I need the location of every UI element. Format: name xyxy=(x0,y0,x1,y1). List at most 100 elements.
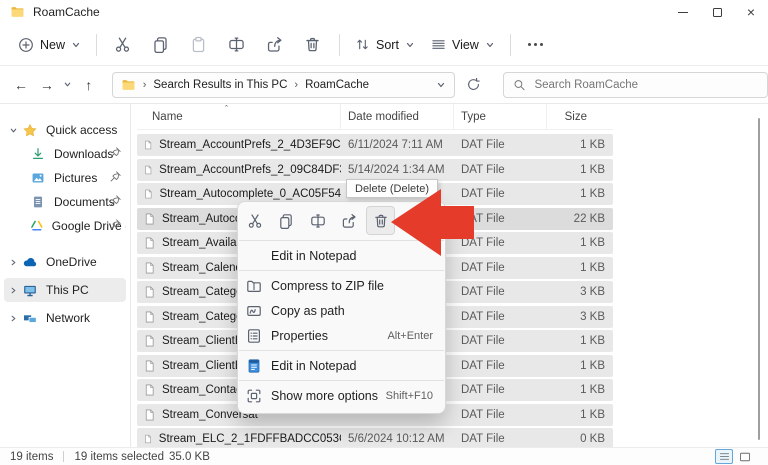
sidebar-item-network[interactable]: Network xyxy=(4,306,126,330)
search-icon xyxy=(514,79,525,90)
file-size: 1 KB xyxy=(580,335,605,347)
onedrive-icon xyxy=(23,257,37,266)
table-row[interactable]: Stream_ELC_2_1FDFFBADCC053C4CB3EA... 5/6… xyxy=(137,428,613,447)
folder-icon xyxy=(11,7,24,17)
file-size: 1 KB xyxy=(580,384,605,396)
file-rows: Stream_AccountPrefs_2_4D3EF9C4AC8C0... 6… xyxy=(131,134,768,447)
menu-item-show-more-options[interactable]: Show more options Shift+F10 xyxy=(238,383,445,408)
title-bar: RoamCache × xyxy=(0,0,768,24)
back-button[interactable]: ← xyxy=(8,72,34,98)
file-date-modified: 6/11/2024 7:11 AM xyxy=(348,139,443,151)
file-type: DAT File xyxy=(461,163,505,176)
column-headers: ˆ Name Date modified Type Size xyxy=(137,104,613,130)
this-pc-icon xyxy=(24,285,36,296)
share-menu-button[interactable] xyxy=(335,206,364,235)
pin-icon xyxy=(110,147,121,158)
file-size: 3 KB xyxy=(580,310,605,323)
menu-item-copy-as-path[interactable]: Copy as path xyxy=(238,298,445,323)
properties-icon xyxy=(246,328,262,344)
refresh-icon xyxy=(468,77,481,90)
sidebar-item-google-drive[interactable]: Google Drive (G xyxy=(4,214,126,238)
column-header-size[interactable]: Size xyxy=(547,104,613,129)
menu-item-compress-to-zip[interactable]: Compress to ZIP file xyxy=(238,273,445,298)
menu-item-edit-in-notepad[interactable]: Edit in Notepad xyxy=(238,353,445,378)
network-icon xyxy=(24,314,37,323)
cut-menu-button[interactable] xyxy=(240,206,269,235)
file-type: DAT File xyxy=(461,433,505,445)
file-size: 22 KB xyxy=(573,212,605,225)
table-row[interactable]: Stream_AccountPrefs_2_4D3EF9C4AC8C0... 6… xyxy=(137,134,613,156)
new-button-label: New xyxy=(40,37,66,52)
share-icon xyxy=(267,37,282,52)
rename-button[interactable] xyxy=(218,29,254,61)
refresh-button[interactable] xyxy=(461,72,487,98)
chevron-down-icon xyxy=(4,126,22,135)
downloads-icon xyxy=(33,148,43,159)
column-header-date-modified[interactable]: Date modified xyxy=(341,104,454,129)
file-list-pane: ˆ Name Date modified Type Size Stream_Ac… xyxy=(131,104,768,447)
file-size: 0 KB xyxy=(580,433,605,445)
paste-button[interactable] xyxy=(180,29,216,61)
sidebar-item-onedrive[interactable]: OneDrive xyxy=(4,250,126,274)
chevron-right-icon xyxy=(4,314,22,323)
breadcrumb-item-roamcache[interactable]: RoamCache xyxy=(305,79,369,91)
star-icon xyxy=(23,123,37,136)
file-icon xyxy=(145,360,154,371)
large-icons-view-toggle[interactable] xyxy=(736,449,754,464)
window-title: RoamCache xyxy=(33,5,100,19)
sort-icon xyxy=(357,39,368,50)
sidebar-item-label: OneDrive xyxy=(46,255,97,269)
file-name: Stream_AccountPrefs_2_4D3EF9C4AC8C0... xyxy=(159,139,341,151)
sidebar-item-quick-access[interactable]: Quick access xyxy=(4,118,126,142)
show-more-options-icon xyxy=(246,388,262,404)
recent-locations-button[interactable] xyxy=(60,72,76,98)
column-header-name[interactable]: Name xyxy=(137,104,341,129)
menu-item-properties[interactable]: Properties Alt+Enter xyxy=(238,323,445,348)
rename-menu-button[interactable] xyxy=(303,206,332,235)
delete-button[interactable] xyxy=(294,29,330,61)
cut-icon xyxy=(248,213,261,228)
chevron-down-icon xyxy=(65,82,71,87)
plus-circle-icon xyxy=(19,37,33,52)
menu-item-label: Properties xyxy=(271,328,328,343)
view-button[interactable]: View xyxy=(423,29,503,61)
close-button[interactable]: × xyxy=(734,0,768,24)
file-size: 1 KB xyxy=(580,188,605,200)
address-dropdown-button[interactable] xyxy=(436,80,446,90)
search-input[interactable] xyxy=(534,78,758,91)
menu-item-label: Edit in Notepad xyxy=(271,358,357,373)
details-view-toggle[interactable] xyxy=(715,449,733,464)
see-more-icon xyxy=(528,43,544,46)
sidebar-item-documents[interactable]: Documents xyxy=(4,190,126,214)
share-button[interactable] xyxy=(256,29,292,61)
menu-item-label: Copy as path xyxy=(271,303,345,318)
sidebar-item-pictures[interactable]: Pictures xyxy=(4,166,126,190)
close-icon: × xyxy=(746,4,756,20)
sort-button-label: Sort xyxy=(376,37,399,52)
file-size: 1 KB xyxy=(580,261,605,274)
cut-button[interactable] xyxy=(104,29,140,61)
copy-button[interactable] xyxy=(142,29,178,61)
new-button[interactable]: New xyxy=(10,29,89,61)
up-button[interactable]: ↑ xyxy=(76,72,102,98)
pin-icon xyxy=(110,219,121,230)
menu-separator xyxy=(239,350,444,351)
see-more-button[interactable] xyxy=(518,29,554,61)
copy-menu-button[interactable] xyxy=(272,206,301,235)
file-icon xyxy=(145,384,154,396)
minimize-button[interactable] xyxy=(666,0,700,24)
file-icon xyxy=(145,237,154,249)
vertical-scrollbar[interactable] xyxy=(757,118,760,440)
table-row[interactable]: Stream_AccountPrefs_2_09C84DF3B87ED... 5… xyxy=(137,158,613,181)
column-header-type[interactable]: Type xyxy=(454,104,547,129)
sidebar-item-this-pc[interactable]: This PC xyxy=(4,278,126,302)
breadcrumb-item-search-results[interactable]: Search Results in This PC xyxy=(153,79,287,91)
pin-icon xyxy=(110,171,121,182)
forward-button[interactable]: → xyxy=(34,72,60,98)
maximize-button[interactable] xyxy=(700,0,734,24)
sidebar-item-downloads[interactable]: Downloads xyxy=(4,142,126,166)
file-icon xyxy=(145,140,152,150)
sort-button[interactable]: Sort xyxy=(347,29,423,61)
file-icon xyxy=(145,311,154,322)
red-arrow-annotation xyxy=(391,189,474,256)
